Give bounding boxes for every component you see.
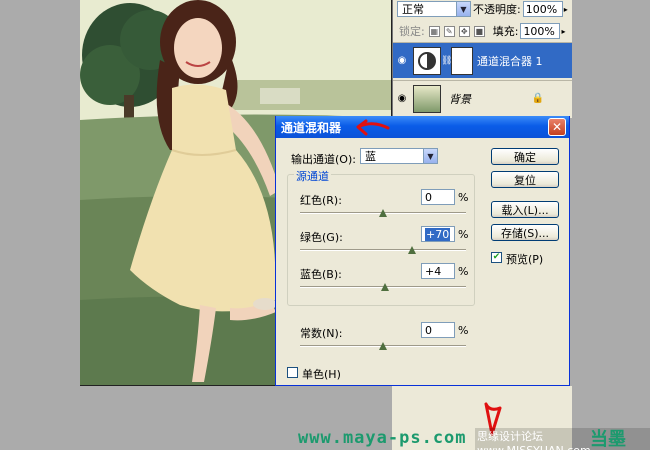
mask-thumbnail[interactable] [451, 46, 473, 75]
red-label: 红色(R): [300, 194, 342, 207]
percent-label: % [458, 191, 469, 204]
blend-mode-select[interactable]: 正常 ▼ [397, 1, 471, 17]
lock-move-icon[interactable]: ✥ [458, 25, 470, 37]
lock-brush-icon[interactable]: ✎ [443, 25, 455, 37]
reset-button-label: 复位 [514, 173, 536, 187]
lock-label: 锁定: [399, 25, 425, 38]
blue-slider-thumb[interactable] [380, 283, 389, 292]
chevron-right-icon[interactable]: ▸ [564, 5, 568, 14]
chevron-down-icon: ▼ [456, 2, 470, 16]
eye-icon[interactable]: ◉ [393, 55, 411, 66]
load-button-label: 载入(L)... [501, 203, 549, 217]
layer-thumbnail [413, 84, 441, 113]
output-channel-label: 输出通道(O): [291, 153, 356, 166]
lock-transparent-icon[interactable]: ▦ [428, 25, 440, 37]
green-slider-thumb[interactable] [408, 246, 417, 255]
ok-button[interactable]: 确定 [491, 148, 559, 165]
constant-label: 常数(N): [300, 327, 343, 340]
red-input[interactable]: 0 [421, 189, 455, 205]
watermark-brand: 当墨 [590, 429, 626, 450]
green-input[interactable]: +70 [421, 226, 455, 242]
fill-input[interactable]: 100% [520, 23, 561, 39]
channel-mixer-icon [418, 51, 436, 70]
blue-input[interactable]: +4 [421, 263, 455, 279]
green-value: +70 [425, 227, 451, 241]
constant-input[interactable]: 0 [421, 322, 455, 338]
annotation-arrow-icon [356, 119, 390, 136]
preview-checkbox[interactable]: ✔ [491, 252, 502, 263]
close-button[interactable]: ✕ [548, 118, 566, 136]
red-slider-thumb[interactable] [379, 209, 387, 218]
chevron-right-icon[interactable]: ▸ [561, 27, 565, 36]
blue-label: 蓝色(B): [300, 268, 342, 281]
blue-value: +4 [425, 264, 442, 278]
chevron-down-icon: ▼ [423, 149, 437, 163]
adjustment-thumbnail [413, 46, 441, 75]
constant-value: 0 [425, 323, 432, 337]
monochrome-checkbox[interactable] [287, 367, 298, 378]
layer-row-channel-mixer[interactable]: ◉ ⛓ 通道混合器 1 [393, 42, 572, 78]
close-icon: ✕ [551, 120, 563, 134]
opacity-input[interactable]: 100% [522, 1, 563, 17]
green-slider-track[interactable] [300, 249, 466, 251]
layer-name: 背景 [449, 92, 471, 106]
eye-icon[interactable]: ◉ [393, 93, 411, 104]
monochrome-label: 单色(H) [302, 368, 341, 381]
lock-icon: 🔒 [531, 93, 544, 104]
fill-value: 100% [523, 24, 555, 38]
preview-label: 预览(P) [506, 253, 544, 266]
layer-row-background[interactable]: ◉ 背景 🔒 [393, 80, 572, 116]
layers-panel: 正常 ▼ 不透明度: 100% ▸ 锁定: ▦ ✎ ✥ ■ 填充: 100% ▸… [392, 0, 572, 118]
channel-mixer-dialog: 通道混和器 ✕ 输出通道(O): 蓝 ▼ 源通道 红色(R): 0 % 绿色(G… [275, 116, 570, 386]
percent-label: % [458, 228, 469, 241]
opacity-label: 不透明度: [473, 3, 521, 16]
red-value: 0 [425, 190, 432, 204]
source-channels-legend: 源通道 [294, 168, 331, 184]
green-label: 绿色(G): [300, 231, 343, 244]
percent-label: % [458, 265, 469, 278]
save-button[interactable]: 存储(S)... [491, 224, 559, 241]
blend-mode-value: 正常 [402, 3, 424, 16]
load-button[interactable]: 载入(L)... [491, 201, 559, 218]
layer-name: 通道混合器 1 [477, 54, 543, 68]
link-icon[interactable]: ⛓ [441, 56, 452, 66]
opacity-value: 100% [525, 2, 558, 16]
save-button-label: 存储(S)... [500, 226, 550, 240]
output-channel-value: 蓝 [365, 150, 376, 163]
watermark-url: www.maya-ps.com [298, 428, 467, 448]
fill-label: 填充: [492, 25, 519, 38]
dialog-titlebar[interactable]: 通道混和器 ✕ [276, 116, 569, 138]
lock-all-icon[interactable]: ■ [473, 25, 485, 37]
percent-label: % [458, 324, 469, 337]
ok-button-label: 确定 [514, 150, 536, 164]
dialog-title: 通道混和器 [281, 120, 342, 135]
reset-button[interactable]: 复位 [491, 171, 559, 188]
output-channel-select[interactable]: 蓝 ▼ [360, 148, 438, 164]
constant-slider-thumb[interactable] [379, 342, 387, 351]
